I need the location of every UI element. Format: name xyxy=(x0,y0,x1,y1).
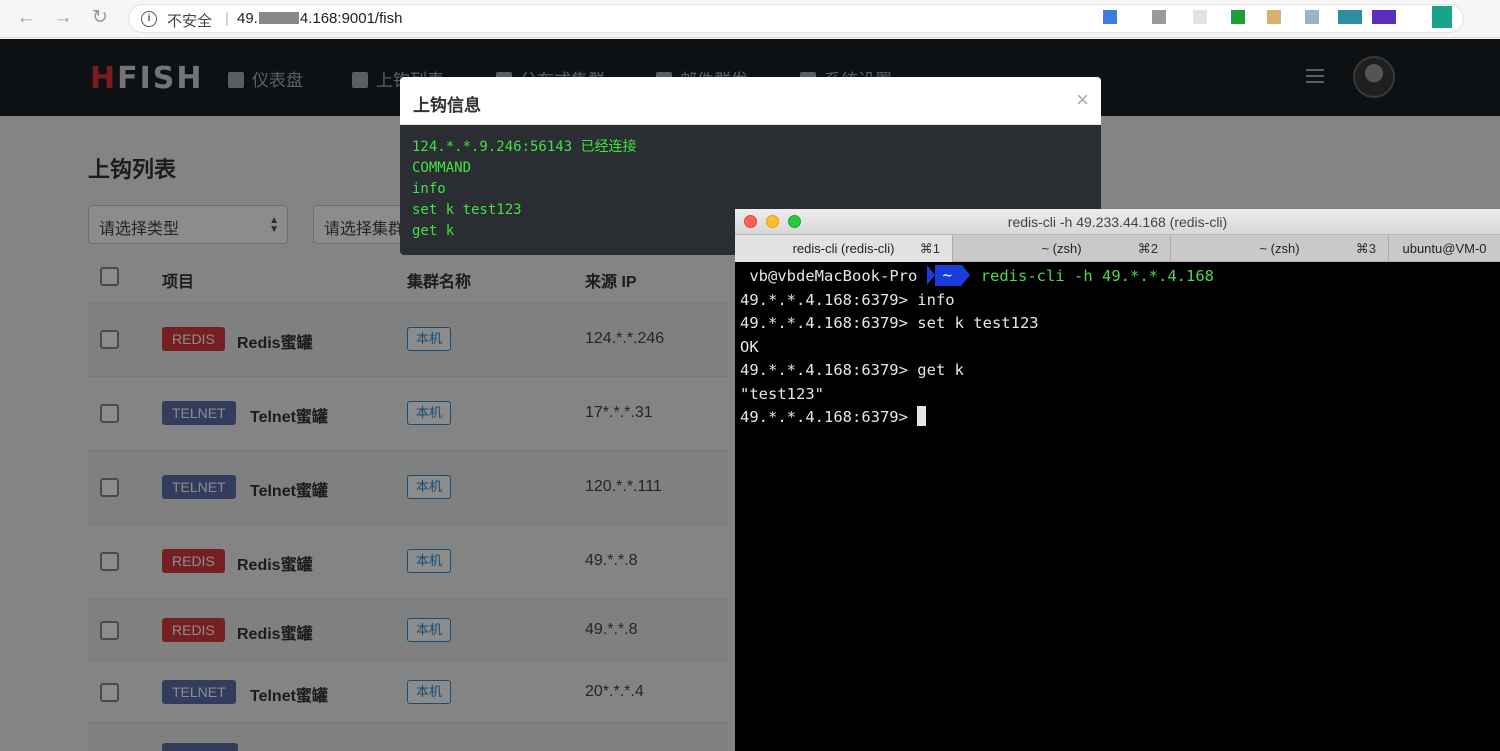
browser-toolbar: ← → ↻ i 不安全 | 49. 4.168:9001/fish xyxy=(0,0,1500,38)
insecure-label: 不安全 xyxy=(167,13,213,30)
terminal-line: OK xyxy=(740,337,759,356)
extension-icon[interactable] xyxy=(1305,10,1319,24)
terminal-tab[interactable]: ~ (zsh) ⌘3 xyxy=(1171,235,1389,262)
text-cursor xyxy=(917,406,927,426)
extension-icon[interactable] xyxy=(1103,10,1117,24)
reload-icon[interactable]: ↻ xyxy=(87,5,113,31)
terminal-line: "test123" xyxy=(740,384,824,403)
address-bar[interactable]: i 不安全 | 49. 4.168:9001/fish xyxy=(128,4,1464,33)
terminal-tab[interactable]: ubuntu@VM-0 xyxy=(1389,235,1500,262)
terminal-tabs: redis-cli (redis-cli) ⌘1 ~ (zsh) ⌘2 ~ (zsh… xyxy=(735,235,1500,262)
terminal-tab[interactable]: ~ (zsh) ⌘2 xyxy=(953,235,1171,262)
prompt-dir: ~ xyxy=(926,265,971,286)
modal-log: 124.*.*.9.246:56143 已经连接 COMMAND info se… xyxy=(412,137,637,242)
info-icon[interactable]: i xyxy=(141,11,157,27)
terminal-output[interactable]: vb@vbdeMacBook-Pro ~ redis-cli -h 49.*.*… xyxy=(740,265,1214,430)
terminal-line: 49.*.*.4.168:6379> get k xyxy=(740,361,964,379)
extension-icon[interactable] xyxy=(1193,10,1207,24)
terminal-prompt-current: 49.*.*.4.168:6379> xyxy=(740,406,1214,430)
terminal-line: 49.*.*.4.168:6379> info xyxy=(740,290,955,309)
modal-header: 上钩信息 × xyxy=(400,77,1101,125)
extension-icon[interactable] xyxy=(1267,10,1281,24)
shell-prompt-line: vb@vbdeMacBook-Pro ~ redis-cli -h 49.*.*… xyxy=(749,265,1214,286)
forward-icon[interactable]: → xyxy=(50,5,76,31)
terminal-title: redis-cli -h 49.233.44.168 (redis-cli) xyxy=(1007,214,1228,230)
log-line: get k xyxy=(412,223,455,239)
terminal-tab[interactable]: redis-cli (redis-cli) ⌘1 xyxy=(735,235,953,262)
extension-icon[interactable] xyxy=(1372,10,1396,24)
close-icon[interactable]: × xyxy=(1076,89,1089,111)
back-icon[interactable]: ← xyxy=(13,5,39,31)
log-line: info xyxy=(412,181,446,197)
extension-icon[interactable] xyxy=(1432,6,1452,28)
url-text[interactable]: 49. 4.168:9001/fish xyxy=(237,10,402,27)
terminal-line: 49.*.*.4.168:6379> set k test123 xyxy=(740,314,1039,332)
modal-title: 上钩信息 xyxy=(413,96,481,115)
log-line: COMMAND xyxy=(412,160,472,176)
url-separator: | xyxy=(225,10,229,27)
log-line: 124.*.*.9.246:56143 已经连接 xyxy=(412,139,637,155)
extension-icon[interactable] xyxy=(1231,10,1245,24)
log-line: set k test123 xyxy=(412,202,522,218)
extension-icon[interactable] xyxy=(1338,10,1362,24)
shell-command: redis-cli -h 49.*.*.4.168 xyxy=(980,267,1214,285)
terminal-titlebar[interactable]: redis-cli -h 49.233.44.168 (redis-cli) xyxy=(735,209,1500,235)
terminal-window: redis-cli -h 49.233.44.168 (redis-cli) r… xyxy=(735,209,1500,751)
extension-icon[interactable] xyxy=(1152,10,1166,24)
